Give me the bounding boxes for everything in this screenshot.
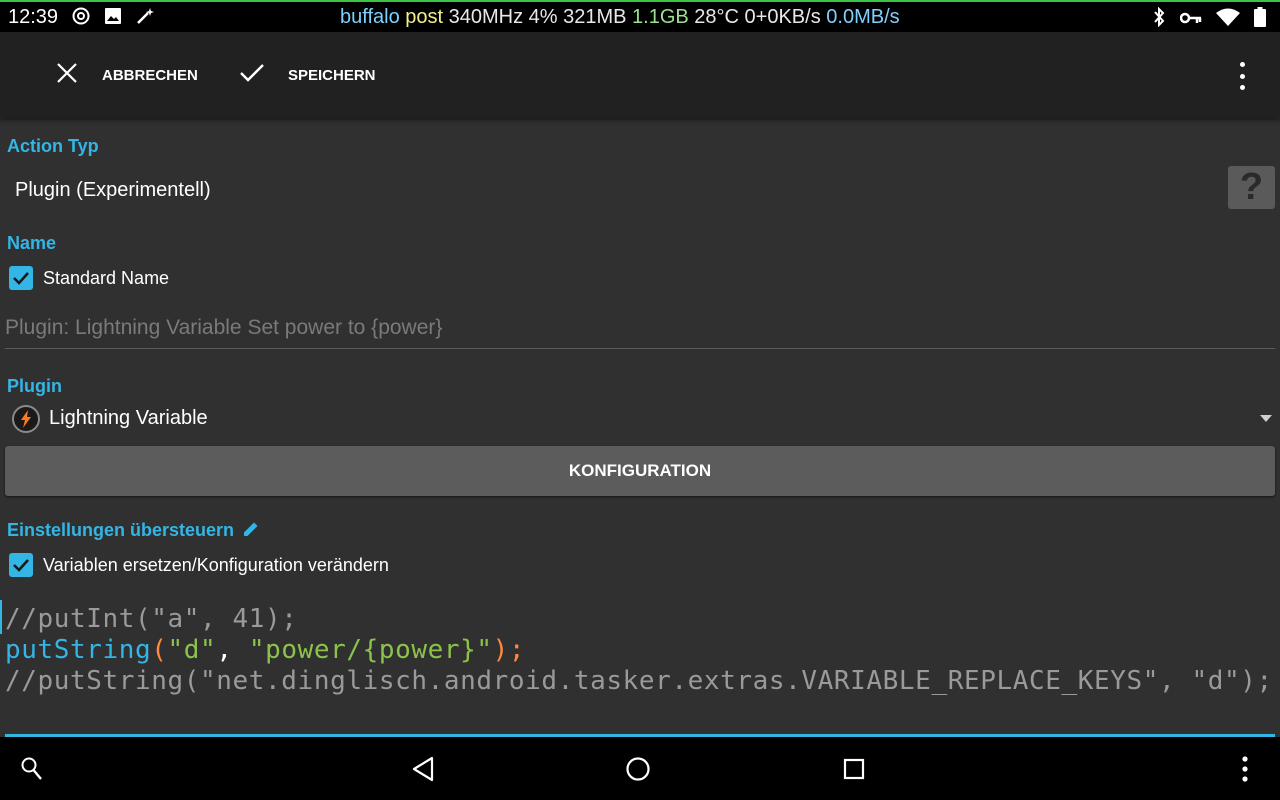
status-info-segment: 340MHz 4% 321MB [448,6,633,28]
code-func: putString [5,635,152,665]
recents-button[interactable] [829,737,879,800]
save-button[interactable]: SPEICHERN [240,32,376,118]
action-type-section-label: Action Typ [7,136,99,156]
overflow-dot [1239,73,1245,79]
search-button[interactable] [14,737,50,800]
search-icon [21,757,42,780]
dropdown-arrow-icon [1260,415,1272,422]
action-type-value[interactable]: Plugin (Experimentell) [15,179,211,202]
replace-variables-label[interactable]: Variablen ersetzen/Konfiguration verände… [43,555,389,576]
status-info-segment: 1.1GB [632,6,695,28]
checkmark-icon [13,559,29,572]
override-section-label: Einstellungen übersteuern [7,520,235,540]
code-paren-open: ( [151,635,168,665]
at-sign-icon [72,7,90,31]
overflow-icon [1242,755,1248,782]
overflow-menu-button[interactable] [1230,62,1254,90]
replace-variables-checkbox[interactable] [9,553,33,577]
recents-icon [843,758,865,779]
name-section-label: Name [7,233,57,253]
code-line-1: //putInt("a", 41); [5,604,298,634]
save-label: SPEICHERN [288,66,376,84]
standard-name-label[interactable]: Standard Name [43,268,169,289]
status-right-icons [1152,6,1266,33]
lightning-plugin-icon [12,405,40,433]
text-cursor [0,600,2,634]
key-icon [1179,9,1202,31]
overflow-dot [1239,85,1245,90]
configure-button[interactable]: KONFIGURATION [5,446,1275,496]
navigation-bar [0,737,1280,800]
plugin-section-label: Plugin [7,376,62,396]
name-input[interactable]: Plugin: Lightning Variable Set power to … [5,316,1275,349]
cancel-label: ABBRECHEN [102,66,198,84]
plugin-name: Lightning Variable [49,407,208,429]
cancel-button[interactable]: ABBRECHEN [56,32,198,118]
magic-wand-icon [136,7,156,31]
code-semicolon: ; [508,635,526,665]
back-icon [412,756,434,781]
status-info-segment: post [405,6,449,28]
nav-overflow-button[interactable] [1230,737,1260,800]
checkmark-icon [13,272,29,285]
code-line-3: //putString("net.dinglisch.android.taske… [5,666,1273,696]
code-separator: , [216,635,249,665]
plugin-selector[interactable]: Lightning Variable [0,400,1280,440]
code-paren-close: ) [492,635,509,665]
help-button[interactable]: ? [1228,166,1275,209]
overflow-dot [1239,62,1245,67]
wifi-icon [1216,8,1240,32]
standard-name-checkbox[interactable] [9,266,33,290]
home-button[interactable] [613,737,663,800]
check-icon [240,63,264,87]
status-left-icons [72,7,156,31]
status-info-segment: 0.0MB/s [826,6,900,28]
pencil-icon[interactable] [242,520,260,543]
home-icon [626,756,650,781]
status-bar: 12:39 buffalo post 340MHz 4% 321MB 1.1GB… [0,0,1280,32]
bluetooth-icon [1152,6,1166,33]
image-icon [104,7,122,31]
code-line-2: putString("d", "power/{power}"); [5,635,525,665]
code-editor[interactable]: //putInt("a", 41); putString("d", "power… [5,600,1275,737]
close-icon [56,62,78,88]
code-arg-1: "d" [167,635,217,665]
status-system-info: buffalo post 340MHz 4% 321MB 1.1GB 28°C … [340,6,900,29]
battery-icon [1254,7,1266,33]
status-info-segment: buffalo [340,6,406,28]
code-arg-2: "power/{power}" [248,635,493,665]
status-time: 12:39 [8,6,59,28]
back-button[interactable] [398,737,448,800]
action-toolbar: ABBRECHEN SPEICHERN [0,32,1280,118]
status-info-segment: 28°C 0+0KB/s [694,6,827,28]
